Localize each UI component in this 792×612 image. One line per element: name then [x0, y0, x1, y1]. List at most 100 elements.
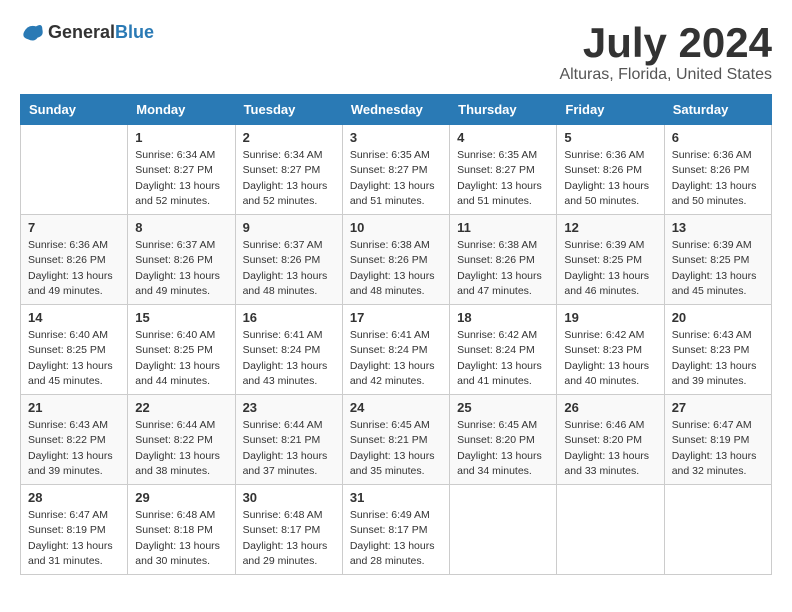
day-info: Sunrise: 6:44 AMSunset: 8:21 PMDaylight:… — [243, 418, 335, 479]
day-number: 22 — [135, 400, 227, 415]
calendar-day-cell: 21Sunrise: 6:43 AMSunset: 8:22 PMDayligh… — [21, 395, 128, 485]
day-number: 7 — [28, 220, 120, 235]
calendar-week-row: 1 Sunrise: 6:34 AMSunset: 8:27 PMDaylight… — [21, 125, 772, 215]
calendar-day-cell: 25Sunrise: 6:45 AMSunset: 8:20 PMDayligh… — [450, 395, 557, 485]
day-number: 27 — [672, 400, 764, 415]
day-number: 28 — [28, 490, 120, 505]
column-header-saturday: Saturday — [664, 95, 771, 125]
day-info: Sunrise: 6:35 AMSunset: 8:27 PMDaylight:… — [350, 148, 442, 209]
column-header-thursday: Thursday — [450, 95, 557, 125]
calendar-day-cell: 24Sunrise: 6:45 AMSunset: 8:21 PMDayligh… — [342, 395, 449, 485]
day-number: 11 — [457, 220, 549, 235]
calendar-day-cell: 10 Sunrise: 6:38 AMSunset: 8:26 PMDayligh… — [342, 215, 449, 305]
logo: GeneralBlue — [20, 20, 154, 44]
calendar-empty-cell — [21, 125, 128, 215]
calendar-day-cell: 11 Sunrise: 6:38 AMSunset: 8:26 PMDayligh… — [450, 215, 557, 305]
logo-text-general: General — [48, 22, 115, 42]
day-info: Sunrise: 6:41 AMSunset: 8:24 PMDaylight:… — [350, 328, 442, 389]
calendar-day-cell: 5 Sunrise: 6:36 AMSunset: 8:26 PMDaylight… — [557, 125, 664, 215]
day-info: Sunrise: 6:43 AMSunset: 8:23 PMDaylight:… — [672, 328, 764, 389]
calendar-day-cell: 31Sunrise: 6:49 AMSunset: 8:17 PMDayligh… — [342, 485, 449, 575]
column-header-sunday: Sunday — [21, 95, 128, 125]
calendar-day-cell: 22 Sunrise: 6:44 AMSunset: 8:22 PMDayligh… — [128, 395, 235, 485]
calendar-day-cell: 1 Sunrise: 6:34 AMSunset: 8:27 PMDaylight… — [128, 125, 235, 215]
day-info: Sunrise: 6:36 AMSunset: 8:26 PMDaylight:… — [564, 148, 656, 209]
logo-icon — [20, 20, 44, 44]
day-info: Sunrise: 6:49 AMSunset: 8:17 PMDaylight:… — [350, 508, 442, 569]
column-header-tuesday: Tuesday — [235, 95, 342, 125]
day-number: 9 — [243, 220, 335, 235]
day-number: 6 — [672, 130, 764, 145]
day-info: Sunrise: 6:38 AMSunset: 8:26 PMDaylight:… — [350, 238, 442, 299]
day-info: Sunrise: 6:37 AMSunset: 8:26 PMDaylight:… — [135, 238, 227, 299]
day-number: 19 — [564, 310, 656, 325]
calendar-empty-cell — [557, 485, 664, 575]
logo-text-blue: Blue — [115, 22, 154, 42]
calendar-table: SundayMondayTuesdayWednesdayThursdayFrid… — [20, 94, 772, 575]
calendar-day-cell: 2 Sunrise: 6:34 AMSunset: 8:27 PMDaylight… — [235, 125, 342, 215]
calendar-day-cell: 26 Sunrise: 6:46 AMSunset: 8:20 PMDayligh… — [557, 395, 664, 485]
calendar-day-cell: 14Sunrise: 6:40 AMSunset: 8:25 PMDayligh… — [21, 305, 128, 395]
calendar-day-cell: 29 Sunrise: 6:48 AMSunset: 8:18 PMDayligh… — [128, 485, 235, 575]
day-info: Sunrise: 6:45 AMSunset: 8:20 PMDaylight:… — [457, 418, 549, 479]
calendar-day-cell: 15 Sunrise: 6:40 AMSunset: 8:25 PMDayligh… — [128, 305, 235, 395]
day-number: 30 — [243, 490, 335, 505]
day-info: Sunrise: 6:40 AMSunset: 8:25 PMDaylight:… — [28, 328, 120, 389]
calendar-header-row: SundayMondayTuesdayWednesdayThursdayFrid… — [21, 95, 772, 125]
calendar-day-cell: 17 Sunrise: 6:41 AMSunset: 8:24 PMDayligh… — [342, 305, 449, 395]
calendar-day-cell: 6 Sunrise: 6:36 AMSunset: 8:26 PMDaylight… — [664, 125, 771, 215]
day-number: 15 — [135, 310, 227, 325]
day-info: Sunrise: 6:36 AMSunset: 8:26 PMDaylight:… — [672, 148, 764, 209]
day-number: 16 — [243, 310, 335, 325]
day-info: Sunrise: 6:35 AMSunset: 8:27 PMDaylight:… — [457, 148, 549, 209]
day-info: Sunrise: 6:41 AMSunset: 8:24 PMDaylight:… — [243, 328, 335, 389]
day-number: 4 — [457, 130, 549, 145]
day-info: Sunrise: 6:47 AMSunset: 8:19 PMDaylight:… — [28, 508, 120, 569]
calendar-day-cell: 4 Sunrise: 6:35 AMSunset: 8:27 PMDaylight… — [450, 125, 557, 215]
calendar-week-row: 7 Sunrise: 6:36 AMSunset: 8:26 PMDaylight… — [21, 215, 772, 305]
day-number: 29 — [135, 490, 227, 505]
calendar-day-cell: 27 Sunrise: 6:47 AMSunset: 8:19 PMDayligh… — [664, 395, 771, 485]
calendar-day-cell: 3 Sunrise: 6:35 AMSunset: 8:27 PMDaylight… — [342, 125, 449, 215]
day-info: Sunrise: 6:40 AMSunset: 8:25 PMDaylight:… — [135, 328, 227, 389]
calendar-empty-cell — [664, 485, 771, 575]
day-number: 18 — [457, 310, 549, 325]
day-number: 10 — [350, 220, 442, 235]
day-info: Sunrise: 6:34 AMSunset: 8:27 PMDaylight:… — [135, 148, 227, 209]
day-number: 1 — [135, 130, 227, 145]
day-number: 2 — [243, 130, 335, 145]
day-number: 17 — [350, 310, 442, 325]
day-number: 26 — [564, 400, 656, 415]
calendar-day-cell: 18Sunrise: 6:42 AMSunset: 8:24 PMDayligh… — [450, 305, 557, 395]
day-info: Sunrise: 6:48 AMSunset: 8:17 PMDaylight:… — [243, 508, 335, 569]
location: Alturas, Florida, United States — [559, 66, 772, 84]
day-number: 5 — [564, 130, 656, 145]
column-header-wednesday: Wednesday — [342, 95, 449, 125]
page-header: GeneralBlue July 2024 Alturas, Florida, … — [20, 20, 772, 84]
day-info: Sunrise: 6:38 AMSunset: 8:26 PMDaylight:… — [457, 238, 549, 299]
calendar-empty-cell — [450, 485, 557, 575]
calendar-week-row: 21Sunrise: 6:43 AMSunset: 8:22 PMDayligh… — [21, 395, 772, 485]
day-number: 3 — [350, 130, 442, 145]
day-info: Sunrise: 6:44 AMSunset: 8:22 PMDaylight:… — [135, 418, 227, 479]
day-info: Sunrise: 6:46 AMSunset: 8:20 PMDaylight:… — [564, 418, 656, 479]
day-number: 20 — [672, 310, 764, 325]
month-title: July 2024 — [559, 20, 772, 66]
calendar-day-cell: 30 Sunrise: 6:48 AMSunset: 8:17 PMDayligh… — [235, 485, 342, 575]
calendar-day-cell: 23 Sunrise: 6:44 AMSunset: 8:21 PMDayligh… — [235, 395, 342, 485]
title-block: July 2024 Alturas, Florida, United State… — [559, 20, 772, 84]
calendar-week-row: 28 Sunrise: 6:47 AMSunset: 8:19 PMDayligh… — [21, 485, 772, 575]
day-info: Sunrise: 6:48 AMSunset: 8:18 PMDaylight:… — [135, 508, 227, 569]
day-info: Sunrise: 6:47 AMSunset: 8:19 PMDaylight:… — [672, 418, 764, 479]
day-info: Sunrise: 6:39 AMSunset: 8:25 PMDaylight:… — [564, 238, 656, 299]
day-info: Sunrise: 6:36 AMSunset: 8:26 PMDaylight:… — [28, 238, 120, 299]
day-info: Sunrise: 6:34 AMSunset: 8:27 PMDaylight:… — [243, 148, 335, 209]
calendar-day-cell: 8Sunrise: 6:37 AMSunset: 8:26 PMDaylight… — [128, 215, 235, 305]
day-info: Sunrise: 6:43 AMSunset: 8:22 PMDaylight:… — [28, 418, 120, 479]
day-info: Sunrise: 6:37 AMSunset: 8:26 PMDaylight:… — [243, 238, 335, 299]
calendar-day-cell: 20 Sunrise: 6:43 AMSunset: 8:23 PMDayligh… — [664, 305, 771, 395]
day-info: Sunrise: 6:42 AMSunset: 8:23 PMDaylight:… — [564, 328, 656, 389]
calendar-day-cell: 9 Sunrise: 6:37 AMSunset: 8:26 PMDaylight… — [235, 215, 342, 305]
day-number: 23 — [243, 400, 335, 415]
calendar-day-cell: 13Sunrise: 6:39 AMSunset: 8:25 PMDayligh… — [664, 215, 771, 305]
